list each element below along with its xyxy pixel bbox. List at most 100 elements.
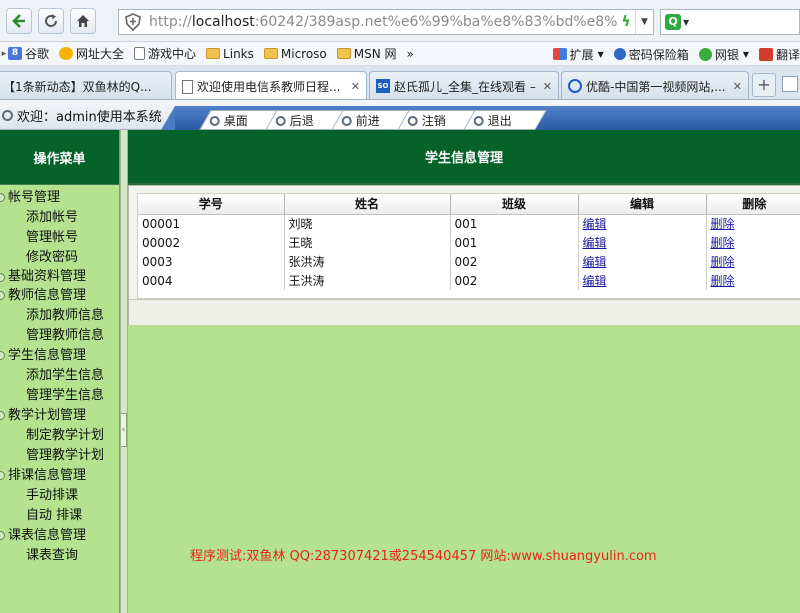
edit-link[interactable]: 编辑 xyxy=(583,255,607,269)
circle-icon xyxy=(474,115,484,125)
column-header-name[interactable]: 姓名 xyxy=(284,194,451,215)
extensions-button[interactable]: 扩展 ▼ xyxy=(552,46,604,63)
cell-edit: 编辑 xyxy=(578,271,707,290)
delete-link[interactable]: 删除 xyxy=(711,255,735,269)
search-engine-dropdown-icon[interactable]: ▼ xyxy=(683,18,689,27)
home-button[interactable] xyxy=(70,7,96,34)
page-icon xyxy=(134,47,146,60)
tab-youku[interactable]: 优酷-中国第一视频网站,... ✕ xyxy=(561,71,749,99)
menu-item-manage-account[interactable]: 管理帐号 xyxy=(0,228,119,248)
menu-group-scheduling[interactable]: 排课信息管理 xyxy=(0,466,119,486)
translate-button[interactable]: 翻译 xyxy=(758,46,800,63)
close-icon[interactable]: ✕ xyxy=(543,80,552,93)
delete-link[interactable]: 删除 xyxy=(711,217,735,231)
bank-icon xyxy=(698,47,712,61)
delete-link[interactable]: 删除 xyxy=(711,236,735,250)
bookmark-game-center[interactable]: 游戏中心 xyxy=(134,45,196,62)
search-engine-icon[interactable]: Q xyxy=(665,14,681,30)
search-box[interactable]: Q ▼ xyxy=(660,9,800,35)
bookmark-links[interactable]: Links xyxy=(206,47,254,61)
menu-item-manual-schedule[interactable]: 手动排课 xyxy=(0,486,119,506)
menu-group-basic-data[interactable]: 基础资料管理 xyxy=(0,268,119,286)
new-tab-button[interactable]: + xyxy=(752,73,776,97)
menu-group-label: 排课信息管理 xyxy=(8,468,87,483)
student-table: 学号 姓名 班级 编辑 删除 00001 刘晓 001 编辑 删除 00002 xyxy=(138,194,800,290)
menu-item-manage-plan[interactable]: 管理教学计划 xyxy=(0,446,119,466)
soku-icon: SO xyxy=(376,79,390,93)
menu-group-teacher[interactable]: 教师信息管理 xyxy=(0,286,119,306)
menu-item-add-teacher[interactable]: 添加教师信息 xyxy=(0,306,119,326)
menu-item-manage-teacher[interactable]: 管理教师信息 xyxy=(0,326,119,346)
table-header-row: 学号 姓名 班级 编辑 删除 xyxy=(138,194,800,215)
cell-class: 001 xyxy=(450,214,579,233)
url-text[interactable]: http://localhost:60242/389asp.net%e6%99%… xyxy=(149,14,617,30)
collapse-toggle-icon[interactable] xyxy=(0,351,5,360)
menu-item-manage-student[interactable]: 管理学生信息 xyxy=(0,386,119,406)
collapse-toggle-icon[interactable] xyxy=(0,291,5,300)
column-header-class[interactable]: 班级 xyxy=(450,194,579,215)
bookmark-microsoft[interactable]: Microso xyxy=(263,47,327,61)
menu-group-student[interactable]: 学生信息管理 xyxy=(0,346,119,366)
sidebar-splitter[interactable]: ‹ xyxy=(120,130,128,613)
menu-item-add-account[interactable]: 添加帐号 xyxy=(0,208,119,228)
collapse-toggle-icon[interactable] xyxy=(0,193,5,202)
cell-delete: 删除 xyxy=(706,214,800,233)
close-icon[interactable]: ✕ xyxy=(733,80,742,93)
close-icon[interactable]: ✕ xyxy=(351,80,360,93)
menu-group-timetable[interactable]: 课表信息管理 xyxy=(0,526,119,546)
tab-qzone[interactable]: 【1条新动态】双鱼林的Q... xyxy=(0,71,172,99)
menu-item-auto-schedule[interactable]: 自动 排课 xyxy=(0,506,119,526)
menu-item-add-student[interactable]: 添加学生信息 xyxy=(0,366,119,386)
google-icon: 8 xyxy=(8,47,22,60)
speed-mode-icon[interactable]: ϟ xyxy=(617,14,635,30)
tab-soku[interactable]: SO 赵氏孤儿_全集_在线观看 –... ✕ xyxy=(369,71,559,99)
cell-name: 王洪涛 xyxy=(284,271,451,290)
edit-link[interactable]: 编辑 xyxy=(583,217,607,231)
menu-group-account[interactable]: 帐号管理 xyxy=(0,188,119,208)
collapse-toggle-icon[interactable] xyxy=(0,471,5,480)
menu-group-teaching-plan[interactable]: 教学计划管理 xyxy=(0,406,119,426)
collapse-toggle-icon[interactable] xyxy=(0,531,5,540)
tab-active-schedule[interactable]: 欢迎使用电信系教师日程... ✕ xyxy=(175,71,367,99)
cell-student-id: 00002 xyxy=(138,233,285,252)
url-history-dropdown-icon[interactable]: ▼ xyxy=(635,10,653,34)
refresh-icon xyxy=(45,13,58,27)
tab-title: 优酷-中国第一视频网站,... xyxy=(586,79,726,94)
toolbar-extensions: 扩展 ▼ 密码保险箱 网银 ▼ 翻译 xyxy=(546,42,800,65)
collapse-sidebar-icon[interactable]: ‹ xyxy=(121,413,127,447)
bookmarks-overflow-button[interactable]: » xyxy=(407,47,414,61)
refresh-button[interactable] xyxy=(38,7,64,34)
cell-edit: 编辑 xyxy=(578,252,707,271)
menu-item-timetable-query[interactable]: 课表查询 xyxy=(0,546,119,566)
edit-link[interactable]: 编辑 xyxy=(583,274,607,288)
tab-title: 【1条新动态】双鱼林的Q... xyxy=(3,79,152,94)
menu-group-label: 基础资料管理 xyxy=(8,269,87,284)
collapse-toggle-icon[interactable] xyxy=(0,411,5,420)
translate-label: 翻译 xyxy=(775,47,800,62)
url-scheme: http:// xyxy=(149,14,192,30)
online-bank-button[interactable]: 网银 ▼ xyxy=(698,46,749,63)
cell-student-id: 0003 xyxy=(138,252,285,271)
security-shield-icon xyxy=(125,13,141,32)
bookmarks-menu-icon[interactable]: ▸ xyxy=(0,49,8,59)
tab-title: 赵氏孤儿_全集_在线观看 –... xyxy=(394,79,537,94)
edit-link[interactable]: 编辑 xyxy=(583,236,607,250)
address-bar[interactable]: http://localhost:60242/389asp.net%e6%99%… xyxy=(118,9,654,35)
back-button[interactable] xyxy=(6,7,32,34)
column-header-student-id[interactable]: 学号 xyxy=(138,194,285,215)
bookmark-google[interactable]: 8 谷歌 xyxy=(8,45,49,62)
menu-item-create-plan[interactable]: 制定教学计划 xyxy=(0,426,119,446)
menu-item-change-password[interactable]: 修改密码 xyxy=(0,248,119,268)
column-header-edit[interactable]: 编辑 xyxy=(578,194,707,215)
chevron-down-icon: ▼ xyxy=(597,49,604,59)
password-vault-button[interactable]: 密码保险箱 xyxy=(613,46,689,63)
nav-exit[interactable]: 退出 xyxy=(463,110,547,130)
delete-link[interactable]: 删除 xyxy=(711,274,735,288)
nav-label: 桌面 xyxy=(224,113,249,128)
folder-icon xyxy=(206,48,221,59)
collapse-toggle-icon[interactable] xyxy=(0,273,5,282)
bookmark-msn[interactable]: MSN 网 xyxy=(336,45,397,62)
bookmark-hao123[interactable]: 网址大全 xyxy=(59,45,124,62)
tab-list-button[interactable] xyxy=(782,76,798,92)
column-header-delete[interactable]: 删除 xyxy=(706,194,800,215)
